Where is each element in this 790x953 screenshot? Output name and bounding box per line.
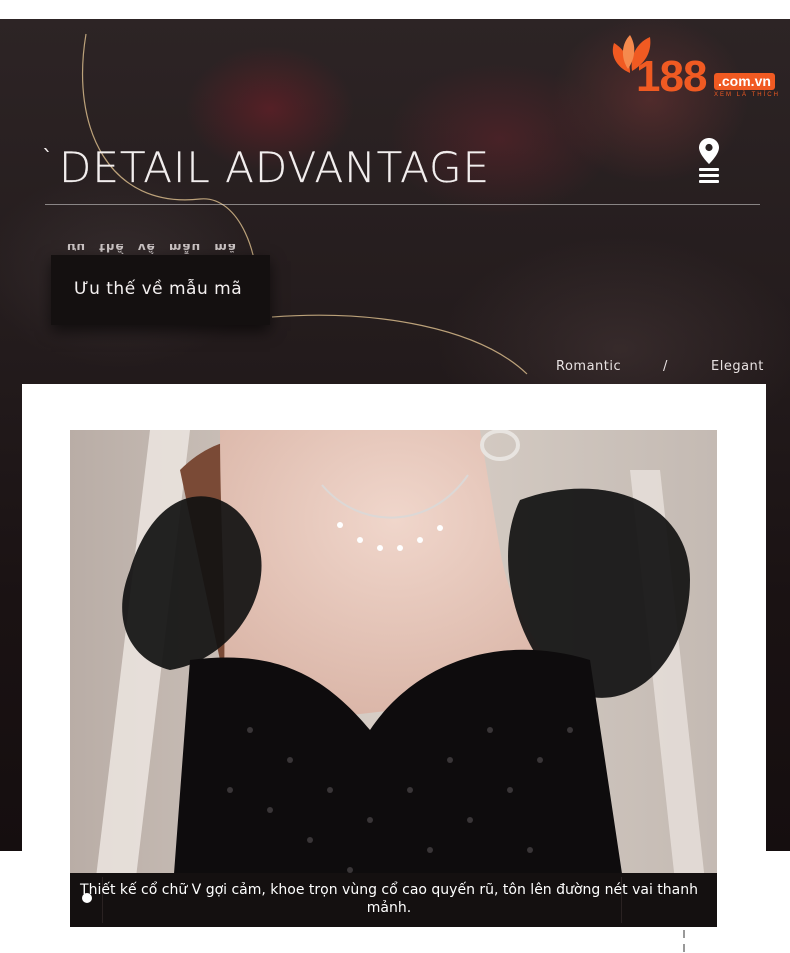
brand-number: 188 <box>636 52 707 101</box>
caption-text: Thiết kế cổ chữ V gợi cảm, khoe trọn vùn… <box>80 882 698 916</box>
tag-separator: / <box>663 359 668 374</box>
product-card: Thiết kế cổ chữ V gợi cảm, khoe trọn vùn… <box>22 384 766 953</box>
top-strip <box>0 0 790 19</box>
location-pin-icon[interactable] <box>699 138 719 164</box>
caption-bar: Thiết kế cổ chữ V gợi cảm, khoe trọn vùn… <box>70 873 717 927</box>
menu-bar <box>699 180 719 183</box>
menu-bar <box>699 168 719 171</box>
tag-romantic: Romantic <box>556 359 622 374</box>
mirrored-subtitle-text: ưu thế về mẫu mã <box>67 244 237 254</box>
scroll-indicator-icon <box>683 930 685 952</box>
subtitle: Ưu thế về mẫu mã <box>74 279 243 299</box>
hamburger-menu-icon[interactable] <box>699 168 719 184</box>
mirrored-subtitle-reflection: ưu thế về mẫu mã <box>67 244 237 254</box>
product-photo <box>70 430 717 927</box>
title-tick-mark: ` <box>42 147 53 172</box>
subtitle-box: Ưu thế về mẫu mã <box>51 255 270 325</box>
brand-domain: .com.vn <box>714 73 775 90</box>
brand-logo[interactable]: 188 .com.vn XEM LÀ THÍCH <box>606 33 786 103</box>
page-title: DETAIL ADVANTAGE <box>59 143 491 192</box>
title-divider <box>45 204 760 205</box>
brand-tagline: XEM LÀ THÍCH <box>714 92 780 98</box>
tag-elegant: Elegant <box>711 359 764 374</box>
menu-bar <box>699 174 719 177</box>
dress-illustration <box>70 430 717 927</box>
